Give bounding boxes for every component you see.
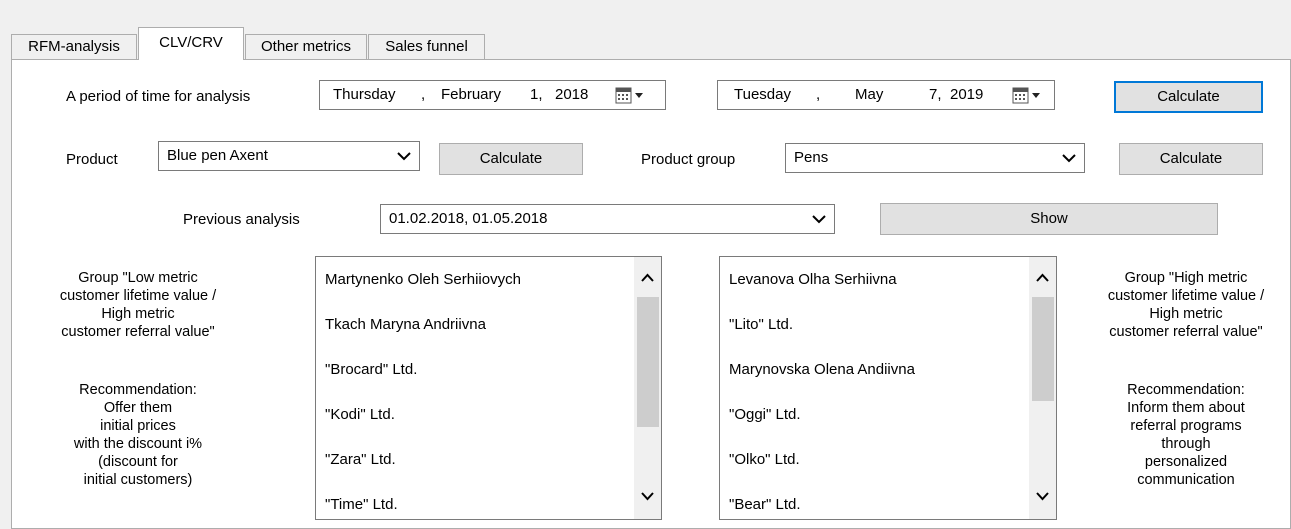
list-item[interactable]: "Kodi" Ltd. bbox=[325, 406, 395, 423]
tab-other-metrics[interactable]: Other metrics bbox=[245, 34, 367, 59]
tab-rfm-analysis[interactable]: RFM-analysis bbox=[11, 34, 137, 59]
left-group-recommendation: Recommendation: Offer them initial price… bbox=[73, 382, 203, 488]
end-weekday: Tuesday bbox=[734, 86, 791, 103]
end-year: 2019 bbox=[950, 86, 984, 103]
calendar-icon[interactable] bbox=[1012, 87, 1046, 105]
list-item[interactable]: Marynovska Olena Andiivna bbox=[729, 361, 915, 378]
chevron-down-icon bbox=[1062, 154, 1076, 163]
start-weekday: Thursday bbox=[333, 86, 396, 103]
list-item[interactable]: "Oggi" Ltd. bbox=[729, 406, 801, 423]
product-group-label: Product group bbox=[641, 151, 736, 168]
previous-analysis-value: 01.02.2018, 01.05.2018 bbox=[389, 210, 548, 227]
high-clv-customers-list[interactable]: Levanova Olha Serhiivna "Lito" Ltd. Mary… bbox=[719, 256, 1057, 520]
previous-analysis-select[interactable]: 01.02.2018, 01.05.2018 bbox=[380, 204, 835, 234]
product-group-value: Pens bbox=[794, 149, 829, 166]
chevron-down-icon[interactable] bbox=[634, 489, 661, 515]
list-item[interactable]: "Lito" Ltd. bbox=[729, 316, 793, 333]
start-month: February bbox=[441, 86, 502, 103]
product-value: Blue pen Axent bbox=[167, 147, 268, 164]
product-label: Product bbox=[66, 151, 118, 168]
period-label: A period of time for analysis bbox=[66, 88, 251, 105]
show-button[interactable]: Show bbox=[880, 203, 1218, 235]
previous-analysis-label: Previous analysis bbox=[183, 211, 300, 228]
chevron-down-icon bbox=[812, 215, 826, 224]
left-group-title: Group "Low metric customer lifetime valu… bbox=[59, 270, 217, 340]
tab-clv-crv[interactable]: CLV/CRV bbox=[138, 27, 244, 60]
tab-sales-funnel[interactable]: Sales funnel bbox=[368, 34, 485, 59]
start-day: 1, bbox=[530, 86, 543, 103]
end-day: 7, bbox=[929, 86, 942, 103]
list-item[interactable]: "Olko" Ltd. bbox=[729, 451, 800, 468]
list-item[interactable]: "Zara" Ltd. bbox=[325, 451, 396, 468]
chevron-down-icon bbox=[397, 152, 411, 161]
list-item[interactable]: "Time" Ltd. bbox=[325, 496, 398, 513]
chevron-up-icon[interactable] bbox=[634, 271, 661, 297]
start-date-picker[interactable]: Thursday , February 1, 2018 bbox=[319, 80, 666, 110]
end-sep: , bbox=[816, 86, 821, 103]
low-clv-customers-list[interactable]: Martynenko Oleh Serhiiovych Tkach Maryna… bbox=[315, 256, 662, 520]
list-item[interactable]: Levanova Olha Serhiivna bbox=[729, 271, 897, 288]
list-item[interactable]: Martynenko Oleh Serhiiovych bbox=[325, 271, 521, 288]
start-sep: , bbox=[421, 86, 426, 103]
scroll-thumb[interactable] bbox=[1032, 297, 1054, 401]
chevron-down-icon[interactable] bbox=[1029, 489, 1056, 515]
calculate-period-button[interactable]: Calculate bbox=[1114, 81, 1263, 113]
list-item[interactable]: Tkach Maryna Andriivna bbox=[325, 316, 486, 333]
calculate-product-group-button[interactable]: Calculate bbox=[1119, 143, 1263, 175]
end-date-picker[interactable]: Tuesday , May 7, 2019 bbox=[717, 80, 1055, 110]
product-group-select[interactable]: Pens bbox=[785, 143, 1085, 173]
right-group-recommendation: Recommendation: Inform them about referr… bbox=[1127, 382, 1245, 488]
product-select[interactable]: Blue pen Axent bbox=[158, 141, 420, 171]
scroll-thumb[interactable] bbox=[637, 297, 659, 427]
calculate-product-button[interactable]: Calculate bbox=[439, 143, 583, 175]
chevron-up-icon[interactable] bbox=[1029, 271, 1056, 297]
start-year: 2018 bbox=[555, 86, 589, 103]
list-item[interactable]: "Brocard" Ltd. bbox=[325, 361, 417, 378]
scrollbar[interactable] bbox=[634, 257, 661, 519]
end-month: May bbox=[855, 86, 884, 103]
calendar-icon[interactable] bbox=[615, 87, 649, 105]
list-item[interactable]: "Bear" Ltd. bbox=[729, 496, 801, 513]
scrollbar[interactable] bbox=[1029, 257, 1056, 519]
right-group-title: Group "High metric customer lifetime val… bbox=[1107, 270, 1265, 340]
